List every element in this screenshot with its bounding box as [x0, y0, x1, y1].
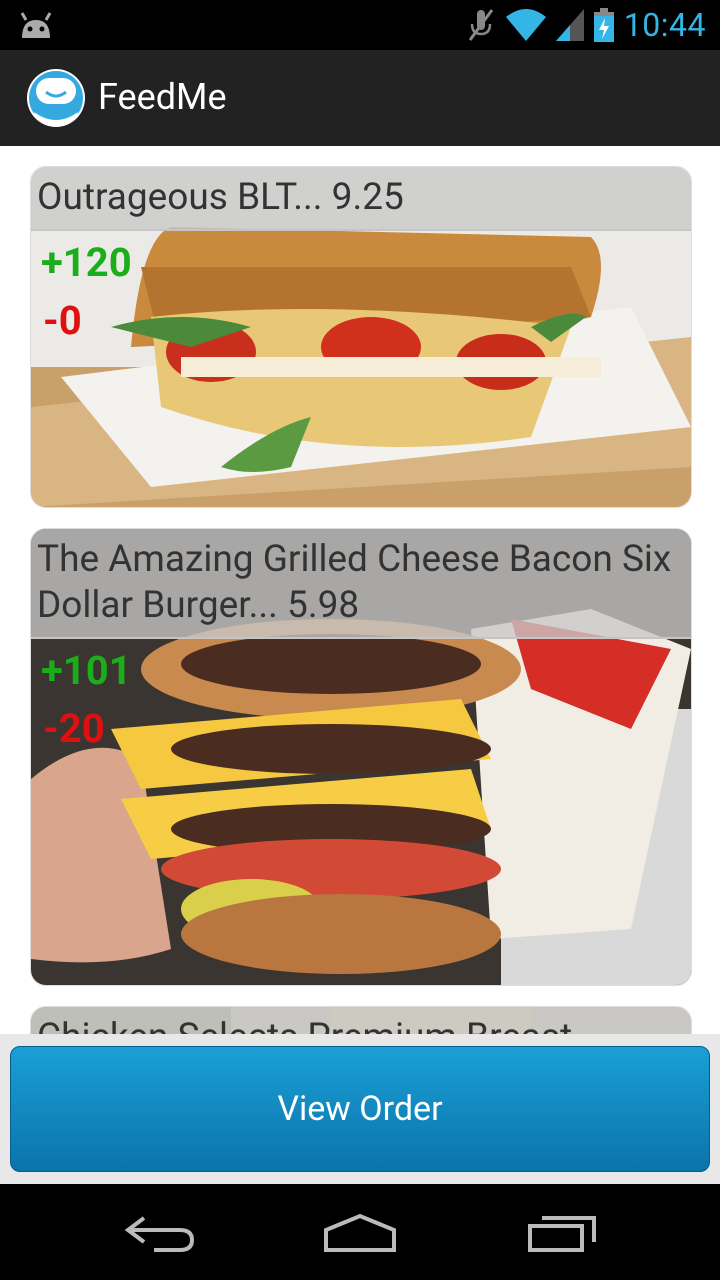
navigation-bar — [0, 1184, 720, 1280]
home-icon[interactable] — [322, 1212, 398, 1254]
mute-icon — [468, 9, 494, 41]
action-bar: FeedMe — [0, 50, 720, 146]
status-bar: 10:44 — [0, 0, 720, 50]
item-name-price: The Amazing Grilled Cheese Bacon Six Dol… — [31, 529, 691, 639]
upvote-count[interactable]: +101 — [41, 647, 132, 694]
menu-item-card[interactable]: Outrageous BLT... 9.25 +120 -0 — [30, 166, 692, 508]
wifi-icon — [505, 9, 546, 41]
menu-item-card[interactable]: The Amazing Grilled Cheese Bacon Six Dol… — [30, 528, 692, 986]
signal-icon — [555, 9, 584, 41]
back-icon[interactable] — [124, 1214, 196, 1252]
downvote-count[interactable]: -20 — [43, 705, 105, 752]
app-title: FeedMe — [98, 76, 227, 118]
view-order-button[interactable]: View Order — [10, 1046, 710, 1172]
downvote-count[interactable]: -0 — [43, 297, 82, 344]
upvote-count[interactable]: +120 — [41, 239, 132, 286]
recent-apps-icon[interactable] — [526, 1214, 598, 1254]
footer: View Order — [0, 1034, 720, 1184]
item-name-price: Outrageous BLT... 9.25 — [31, 167, 691, 231]
status-time: 10:44 — [623, 6, 706, 44]
menu-list[interactable]: Outrageous BLT... 9.25 +120 -0 The Amazi… — [0, 146, 720, 1034]
menu-item-card[interactable]: Chicken Selects Premium Breast — [30, 1006, 692, 1034]
android-debug-icon — [20, 12, 52, 38]
app-logo-icon[interactable] — [26, 68, 86, 128]
battery-icon — [593, 8, 614, 42]
item-name-price: Chicken Selects Premium Breast — [31, 1007, 691, 1034]
